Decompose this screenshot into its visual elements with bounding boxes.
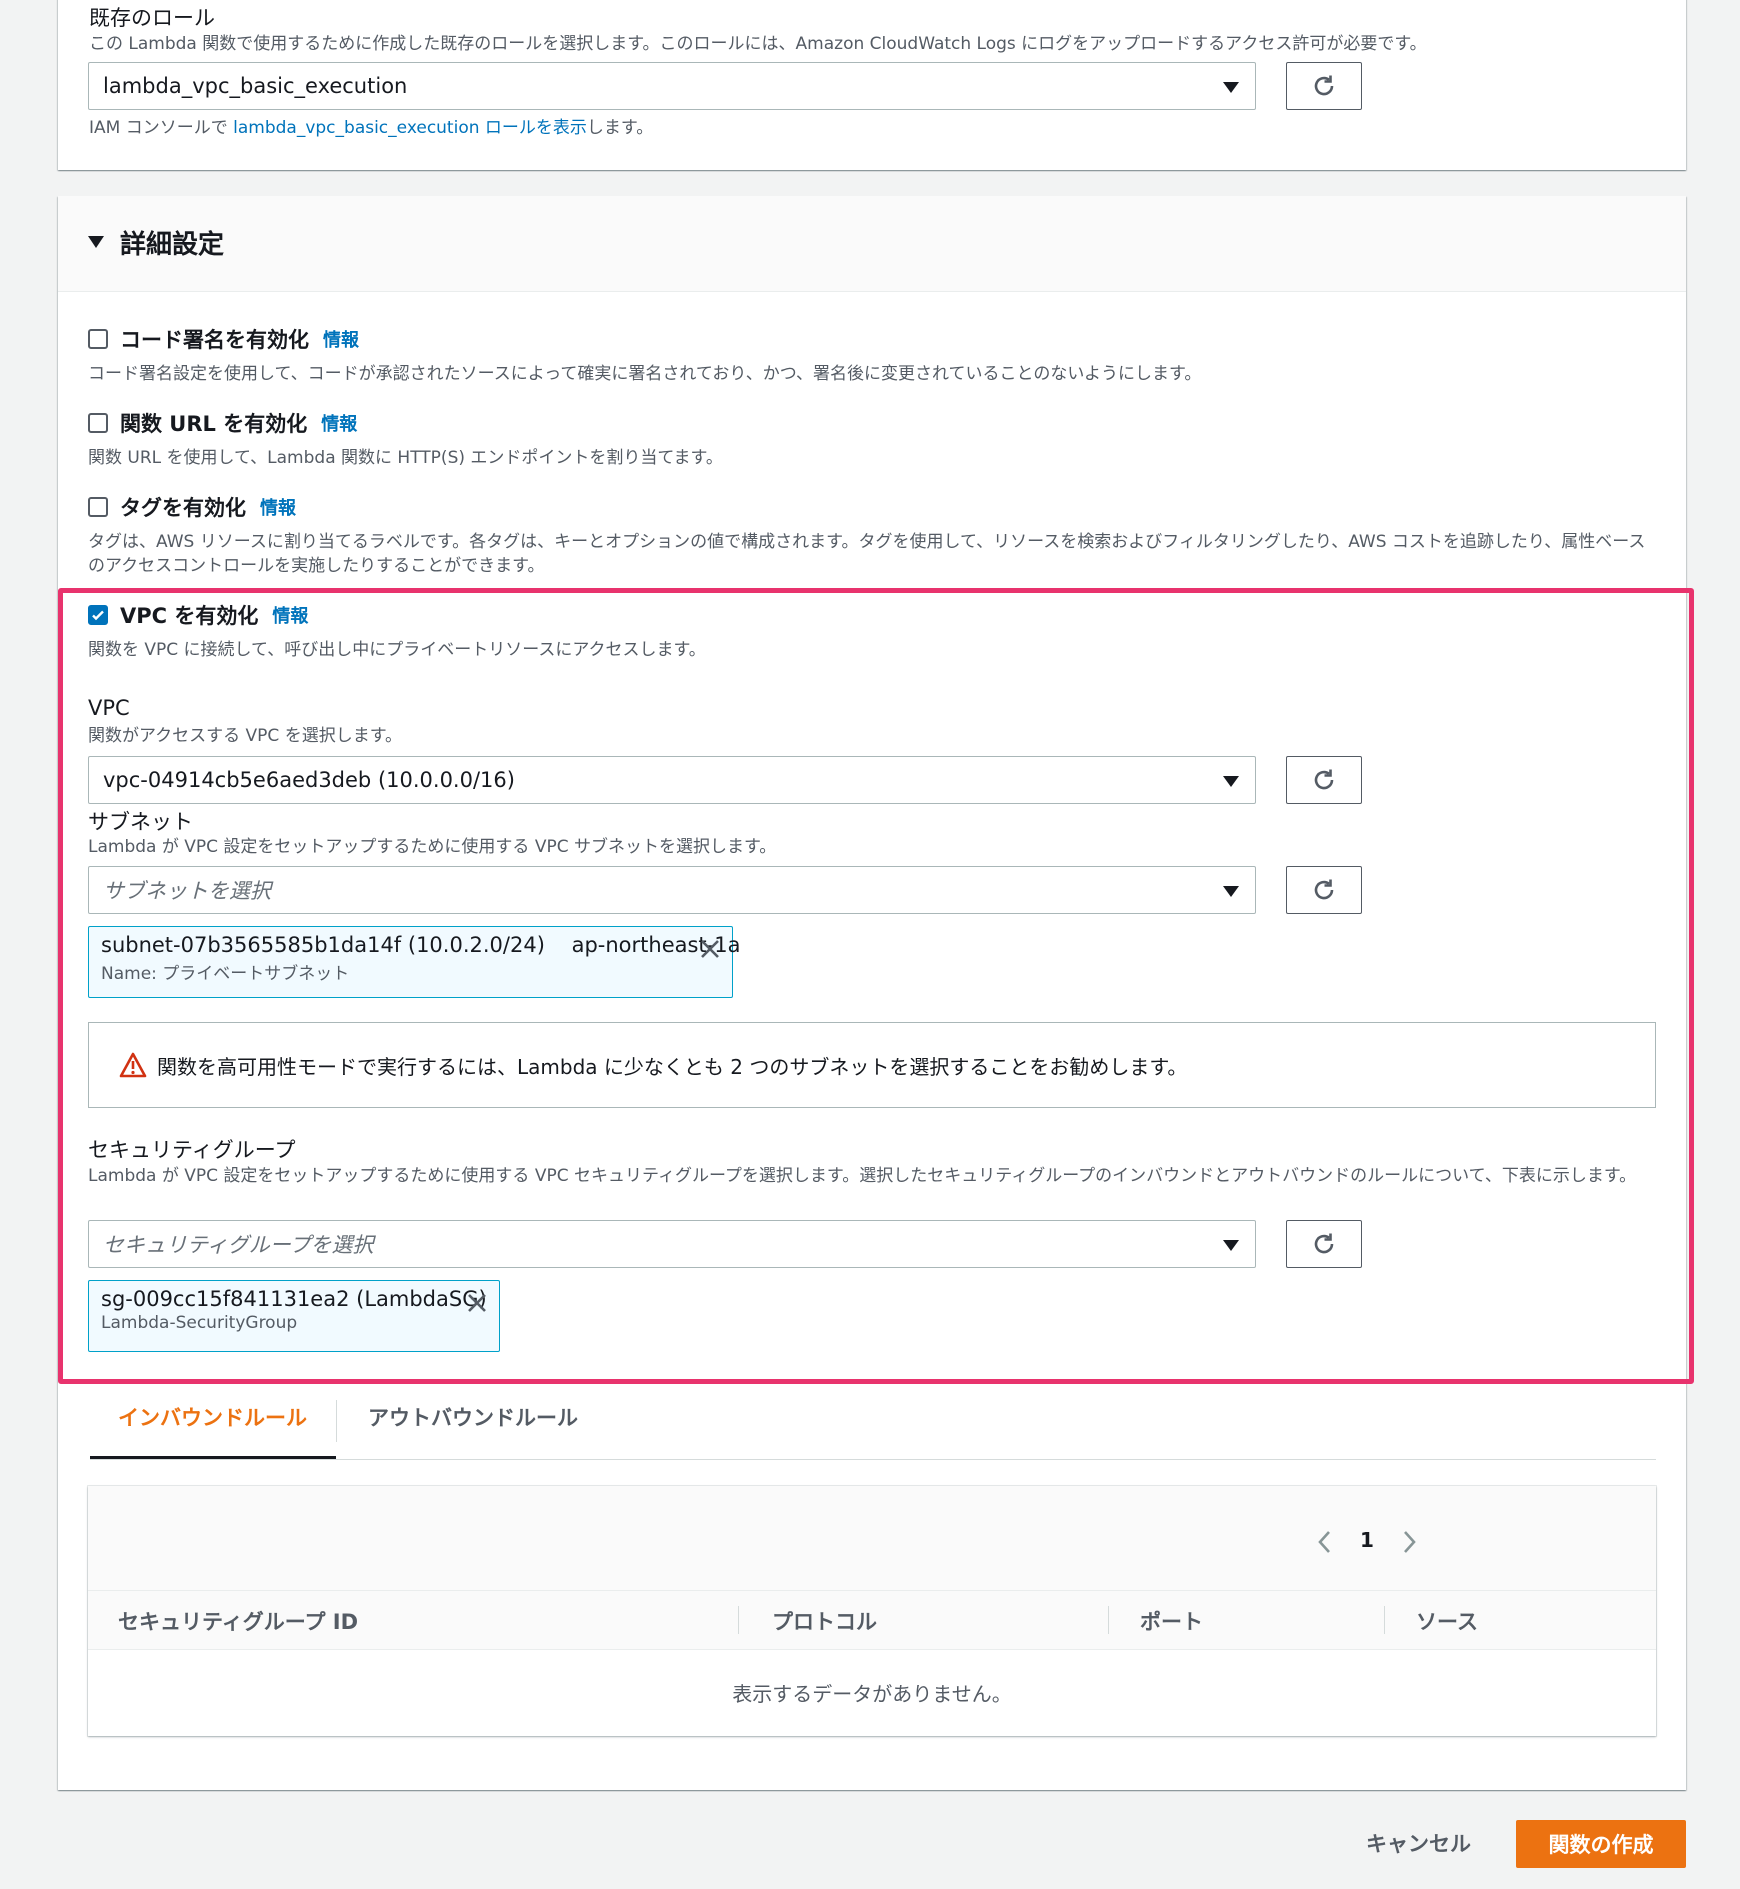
chevron-down-icon (1223, 776, 1239, 787)
existing-role-refresh-button[interactable] (1286, 62, 1362, 110)
advanced-settings-title: 詳細設定 (120, 230, 225, 260)
create-function-label: 関数の作成 (1548, 1833, 1654, 1857)
security-group-token: sg-009cc15f841131ea2 (LambdaSG) Lambda-S… (88, 1280, 500, 1352)
existing-role-select[interactable]: lambda_vpc_basic_execution (88, 62, 1256, 110)
function-url-description: 関数 URL を使用して、Lambda 関数に HTTP(S) エンドポイントを… (88, 448, 723, 468)
subnet-refresh-button[interactable] (1286, 866, 1362, 914)
subnet-token-name: Name: プライベートサブネット (101, 964, 350, 984)
vpc-enable-label: VPC を有効化 (120, 604, 259, 628)
refresh-icon (1314, 879, 1334, 900)
code-signing-label: コード署名を有効化 (120, 328, 309, 352)
cancel-button[interactable]: キャンセル (1366, 1828, 1471, 1858)
subnet-token: subnet-07b3565585b1da14f (10.0.2.0/24) a… (88, 926, 741, 998)
vpc-value: vpc-04914cb5e6aed3deb (10.0.0.0/16) (103, 768, 515, 792)
remove-subnet-icon[interactable] (698, 937, 722, 961)
caret-down-icon (88, 236, 104, 248)
chevron-left-icon[interactable] (1316, 1528, 1334, 1556)
code-signing-checkbox[interactable] (88, 329, 108, 349)
tab-inbound-rules[interactable]: インバウンドルール (118, 1402, 307, 1432)
subnet-select[interactable]: サブネットを選択 (88, 866, 1256, 914)
existing-role-hint-suffix: します。 (586, 118, 654, 138)
vpc-select[interactable]: vpc-04914cb5e6aed3deb (10.0.0.0/16) (88, 756, 1256, 804)
existing-role-hint-prefix: IAM コンソールで (89, 118, 234, 138)
function-url-label: 関数 URL を有効化 (120, 412, 308, 436)
vpc-description: 関数がアクセスする VPC を選択します。 (88, 726, 403, 746)
subnet-token-id: subnet-07b3565585b1da14f (10.0.2.0/24) a… (101, 933, 741, 957)
column-protocol[interactable]: プロトコル (772, 1606, 877, 1636)
column-divider (1108, 1606, 1109, 1634)
column-divider (738, 1606, 739, 1634)
chevron-down-icon (1223, 1240, 1239, 1251)
security-group-refresh-button[interactable] (1286, 1220, 1362, 1268)
tags-label: タグを有効化 (120, 496, 246, 520)
column-divider (1384, 1606, 1385, 1634)
code-signing-title: コード署名を有効化 情報 (120, 324, 359, 354)
column-security-group-id[interactable]: セキュリティグループ ID (118, 1606, 358, 1636)
tab-bar-line (90, 1459, 1656, 1460)
refresh-icon (1314, 1233, 1334, 1254)
existing-role-label: 既存のロール (89, 6, 215, 30)
tags-description: タグは、AWS リソースに割り当てるラベルです。各タグは、キーとオプションの値で… (88, 532, 1646, 576)
security-group-placeholder: セキュリティグループを選択 (103, 1233, 374, 1257)
vpc-refresh-button[interactable] (1286, 756, 1362, 804)
vpc-enable-info-link[interactable]: 情報 (272, 602, 308, 628)
refresh-icon (1314, 769, 1334, 790)
refresh-icon (1314, 75, 1334, 96)
column-port[interactable]: ポート (1140, 1606, 1203, 1636)
warning-icon (119, 1052, 147, 1078)
existing-role-hint: IAM コンソールで lambda_vpc_basic_execution ロー… (89, 116, 653, 140)
vpc-enable-title: VPC を有効化 情報 (120, 600, 308, 630)
tab-divider (336, 1400, 337, 1442)
security-group-select[interactable]: セキュリティグループを選択 (88, 1220, 1256, 1268)
advanced-settings-header[interactable]: 詳細設定 (58, 196, 1686, 292)
security-group-token-name: Lambda-SecurityGroup (101, 1313, 298, 1333)
subnet-warning: 関数を高可用性モードで実行するには、Lambda に少なくとも 2 つのサブネッ… (88, 1022, 1656, 1108)
function-url-checkbox[interactable] (88, 413, 108, 433)
security-group-token-id: sg-009cc15f841131ea2 (LambdaSG) (101, 1287, 487, 1311)
vpc-enable-checkbox[interactable] (88, 605, 108, 625)
table-header-divider (88, 1590, 1656, 1591)
tags-info-link[interactable]: 情報 (260, 494, 296, 520)
pagination-current-page[interactable]: 1 (1360, 1528, 1374, 1552)
code-signing-info-link[interactable]: 情報 (323, 326, 359, 352)
view-role-link[interactable]: lambda_vpc_basic_execution ロールを表示 (233, 118, 587, 138)
chevron-right-icon[interactable] (1400, 1528, 1418, 1556)
check-icon (92, 610, 104, 621)
advanced-settings-panel: 詳細設定 コード署名を有効化 情報 コード署名設定を使用して、コードが承認された… (58, 196, 1686, 1790)
rules-table-empty: 表示するデータがありません。 (732, 1682, 1012, 1706)
subnet-description: Lambda が VPC 設定をセットアップするために使用する VPC サブネッ… (88, 837, 777, 857)
subnet-warning-text: 関数を高可用性モードで実行するには、Lambda に少なくとも 2 つのサブネッ… (157, 1054, 1188, 1079)
tags-title: タグを有効化 情報 (120, 492, 296, 522)
existing-role-panel: 既存のロール この Lambda 関数で使用するために作成した既存のロールを選択… (58, 0, 1686, 170)
tags-checkbox[interactable] (88, 497, 108, 517)
remove-security-group-icon[interactable] (465, 1291, 489, 1315)
create-function-button[interactable]: 関数の作成 (1516, 1820, 1686, 1868)
vpc-enable-description: 関数を VPC に接続して、呼び出し中にプライベートリソースにアクセスします。 (88, 640, 706, 660)
chevron-down-icon (1223, 82, 1239, 93)
vpc-label: VPC (88, 696, 130, 720)
subnet-placeholder: サブネットを選択 (103, 879, 271, 903)
rules-table: 1 セキュリティグループ ID プロトコル ポート ソース 表示するデータがあり… (88, 1486, 1656, 1736)
tab-outbound-rules[interactable]: アウトバウンドルール (368, 1402, 578, 1432)
code-signing-description: コード署名設定を使用して、コードが承認されたソースによって確実に署名されており、… (88, 364, 1202, 384)
security-group-label: セキュリティグループ (88, 1138, 296, 1162)
existing-role-description: この Lambda 関数で使用するために作成した既存のロールを選択します。このロ… (89, 34, 1427, 54)
subnet-label: サブネット (88, 810, 193, 834)
chevron-down-icon (1223, 886, 1239, 897)
security-group-description: Lambda が VPC 設定をセットアップするために使用する VPC セキュリ… (88, 1166, 1637, 1186)
function-url-info-link[interactable]: 情報 (321, 410, 357, 436)
function-url-title: 関数 URL を有効化 情報 (120, 408, 357, 438)
column-source[interactable]: ソース (1416, 1606, 1478, 1636)
existing-role-value: lambda_vpc_basic_execution (103, 74, 408, 98)
rules-table-header: 1 セキュリティグループ ID プロトコル ポート ソース (88, 1486, 1656, 1650)
